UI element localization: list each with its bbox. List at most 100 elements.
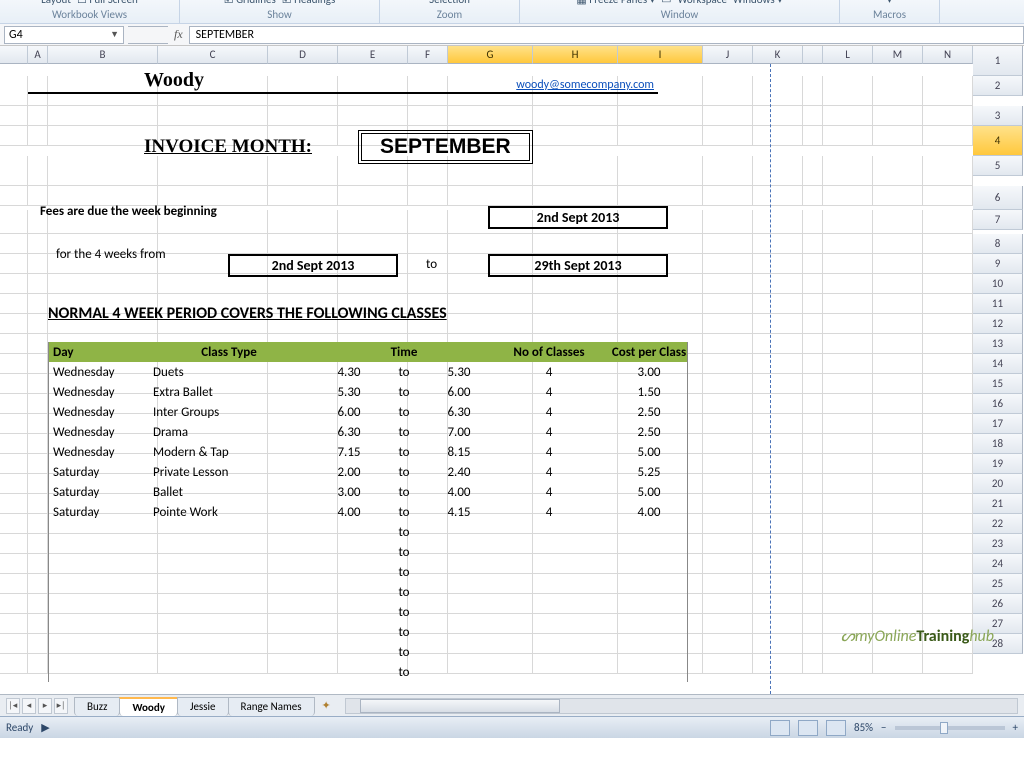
cell[interactable]: [533, 274, 618, 294]
cell[interactable]: [803, 334, 823, 354]
cell[interactable]: [923, 274, 973, 294]
cell[interactable]: [158, 186, 268, 206]
cell[interactable]: [703, 634, 753, 654]
cell[interactable]: [0, 394, 28, 414]
cell[interactable]: [0, 554, 28, 574]
cell[interactable]: [753, 414, 803, 434]
fees-due-date[interactable]: 2nd Sept 2013: [488, 206, 668, 229]
cell[interactable]: [268, 106, 338, 126]
zoom-slider[interactable]: [895, 726, 1005, 730]
table-row[interactable]: WednesdayExtra Ballet5.30to6.0041.50: [48, 382, 688, 402]
cell[interactable]: [0, 76, 28, 106]
cell[interactable]: [703, 106, 753, 126]
row-header[interactable]: 9: [973, 254, 1023, 274]
cell[interactable]: [448, 186, 533, 206]
cell[interactable]: [923, 554, 973, 574]
row-header[interactable]: 15: [973, 374, 1023, 394]
row-header[interactable]: 8: [973, 234, 1023, 254]
cell[interactable]: [823, 434, 873, 454]
cell[interactable]: [923, 314, 973, 334]
cell[interactable]: [873, 514, 923, 534]
cell[interactable]: [823, 414, 873, 434]
cell[interactable]: [803, 454, 823, 474]
cell[interactable]: [803, 76, 823, 106]
cell[interactable]: [28, 554, 48, 574]
row-header[interactable]: 6: [973, 186, 1023, 210]
cell[interactable]: [923, 334, 973, 354]
cell[interactable]: [873, 156, 923, 186]
cell[interactable]: [0, 654, 28, 674]
cell[interactable]: [923, 254, 973, 274]
cell[interactable]: [28, 434, 48, 454]
cell[interactable]: [268, 186, 338, 206]
fullscreen-button[interactable]: ☐ Full Screen: [77, 0, 138, 6]
cell[interactable]: [28, 654, 48, 674]
cell[interactable]: [338, 274, 408, 294]
cell[interactable]: [703, 374, 753, 394]
col-header[interactable]: M: [873, 46, 923, 64]
view-layout-button[interactable]: [798, 720, 818, 736]
cell[interactable]: [923, 534, 973, 554]
cell[interactable]: [28, 494, 48, 514]
cell[interactable]: [873, 210, 923, 234]
table-row[interactable]: WednesdayInter Groups6.00to6.3042.50: [48, 402, 688, 422]
cell[interactable]: [0, 186, 28, 206]
cell[interactable]: [0, 156, 28, 186]
cell[interactable]: [873, 534, 923, 554]
col-header[interactable]: [803, 46, 823, 64]
cell[interactable]: [703, 514, 753, 534]
cell[interactable]: [0, 434, 28, 454]
cell[interactable]: [923, 594, 973, 614]
cell[interactable]: [873, 254, 923, 274]
cell[interactable]: [703, 554, 753, 574]
cell[interactable]: [803, 594, 823, 614]
cell[interactable]: [803, 354, 823, 374]
cell[interactable]: [873, 594, 923, 614]
cell[interactable]: [753, 654, 803, 674]
row-header[interactable]: 2: [973, 76, 1023, 96]
col-header[interactable]: G: [448, 46, 533, 64]
cell[interactable]: [823, 234, 873, 254]
cell[interactable]: [0, 334, 28, 354]
cell[interactable]: [873, 314, 923, 334]
tab-prev-icon[interactable]: ◂: [22, 698, 36, 714]
cell[interactable]: [923, 454, 973, 474]
cell[interactable]: [873, 294, 923, 314]
table-row[interactable]: to: [48, 622, 688, 642]
cell[interactable]: [28, 394, 48, 414]
cell[interactable]: [823, 514, 873, 534]
cell[interactable]: [753, 294, 803, 314]
cell[interactable]: [703, 534, 753, 554]
cell[interactable]: [923, 574, 973, 594]
fx-icon[interactable]: fx: [168, 27, 189, 42]
row-header[interactable]: 5: [973, 156, 1023, 176]
table-row[interactable]: to: [48, 602, 688, 622]
cell[interactable]: [753, 554, 803, 574]
cell[interactable]: [408, 274, 448, 294]
cell[interactable]: [803, 574, 823, 594]
cell[interactable]: [0, 274, 28, 294]
cell[interactable]: [0, 210, 28, 234]
cell[interactable]: [823, 354, 873, 374]
sheet-tab[interactable]: Buzz: [74, 697, 120, 716]
cell[interactable]: [873, 274, 923, 294]
horizontal-scrollbar[interactable]: [345, 698, 1018, 714]
cell[interactable]: [28, 354, 48, 374]
cell[interactable]: [803, 234, 823, 254]
cell[interactable]: [803, 554, 823, 574]
cell[interactable]: [28, 634, 48, 654]
cell[interactable]: [873, 474, 923, 494]
cell[interactable]: [803, 474, 823, 494]
table-row[interactable]: to: [48, 642, 688, 662]
cell[interactable]: [533, 106, 618, 126]
table-row[interactable]: to: [48, 522, 688, 542]
cell[interactable]: [753, 394, 803, 414]
to-date-box[interactable]: 29th Sept 2013: [488, 254, 668, 277]
cell[interactable]: [703, 594, 753, 614]
col-header[interactable]: J: [703, 46, 753, 64]
cell[interactable]: [873, 374, 923, 394]
zoom-level[interactable]: 85%: [854, 721, 873, 734]
cell[interactable]: [0, 354, 28, 374]
cell[interactable]: [0, 514, 28, 534]
cell[interactable]: [803, 434, 823, 454]
